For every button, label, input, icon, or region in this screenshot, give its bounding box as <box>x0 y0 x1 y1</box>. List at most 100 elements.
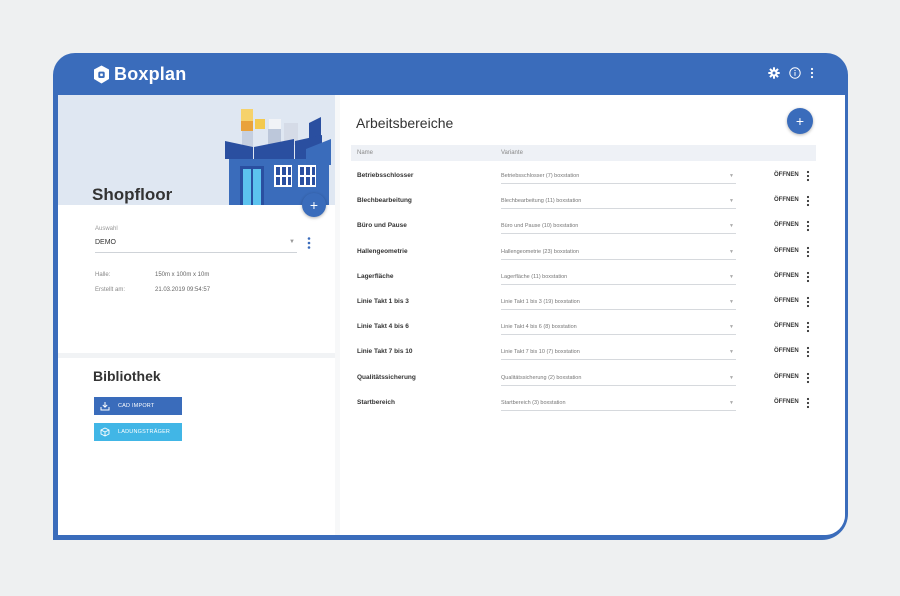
open-button[interactable]: ÖFFNEN <box>774 222 799 228</box>
open-button[interactable]: ÖFFNEN <box>774 248 799 254</box>
table-row: Betriebsschlosser Betriebsschlosser (7) b… <box>351 168 816 192</box>
table-row: Büro und Pause Büro und Pause (10) boxsta… <box>351 218 816 242</box>
row-more-vert-icon[interactable] <box>806 296 810 308</box>
hall-value: 150m x 100m x 10m <box>155 272 210 278</box>
section-divider <box>58 353 335 358</box>
shopfloor-header: Shopfloor <box>58 95 335 205</box>
more-vert-icon[interactable] <box>810 67 814 79</box>
variant-select[interactable]: Lagerfläche (11) boxstation <box>501 274 567 280</box>
workarea-name: Linie Takt 4 bis 6 <box>357 323 409 331</box>
variant-underline <box>501 409 736 411</box>
variant-underline <box>501 233 736 235</box>
dropdown-arrow-icon[interactable]: ▼ <box>729 249 734 255</box>
dropdown-arrow-icon[interactable]: ▼ <box>729 274 734 280</box>
dropdown-arrow-icon[interactable]: ▼ <box>729 349 734 355</box>
workarea-name: Startbereich <box>357 398 395 406</box>
workarea-name: Linie Takt 1 bis 3 <box>357 298 409 305</box>
table-header: Name Variante <box>351 145 816 161</box>
workareas-panel: Arbeitsbereiche + Name Variante Betriebs… <box>340 95 845 535</box>
select-label: Auswahl <box>95 226 118 232</box>
created-label: Erstellt am: <box>95 287 126 293</box>
created-value: 21.03.2019 09:54:57 <box>155 287 211 293</box>
row-more-vert-icon[interactable] <box>806 372 810 384</box>
select-underline <box>95 252 297 253</box>
cad-import-label: CAD IMPORT <box>118 403 155 409</box>
page-title: Arbeitsbereiche <box>356 115 454 131</box>
row-more-vert-icon[interactable] <box>806 321 810 333</box>
table-row: Hallengeometrie Hallengeometrie (23) boxs… <box>351 244 816 268</box>
workarea-name: Blechbearbeitung <box>357 197 412 205</box>
dropdown-arrow-icon[interactable]: ▼ <box>289 239 295 245</box>
row-more-vert-icon[interactable] <box>806 195 810 207</box>
open-button[interactable]: ÖFFNEN <box>774 399 799 405</box>
dropdown-arrow-icon[interactable]: ▼ <box>729 173 734 179</box>
variant-underline <box>501 359 736 361</box>
dropdown-arrow-icon[interactable]: ▼ <box>729 198 734 204</box>
variant-underline <box>501 183 736 184</box>
workarea-name: Betriebsschlosser <box>357 172 414 179</box>
table-row: Startbereich Startbereich (3) boxstation ▼… <box>351 395 816 419</box>
open-button[interactable]: ÖFFNEN <box>774 172 799 178</box>
row-more-vert-icon[interactable] <box>806 397 810 409</box>
dropdown-arrow-icon[interactable]: ▼ <box>729 400 734 406</box>
open-button[interactable]: ÖFFNEN <box>774 348 799 354</box>
row-more-vert-icon[interactable] <box>806 170 810 182</box>
variant-select[interactable]: Hallengeometrie (23) boxstation <box>501 249 579 255</box>
variant-underline <box>501 334 736 336</box>
variant-select[interactable]: Linie Takt 7 bis 10 (7) boxstation <box>501 349 580 355</box>
library-title: Bibliothek <box>93 368 161 384</box>
boxplan-logo-icon <box>94 65 109 84</box>
variant-underline <box>501 283 736 285</box>
variant-underline <box>501 208 736 210</box>
add-workarea-button[interactable]: + <box>787 108 813 134</box>
variant-underline <box>501 258 736 260</box>
variant-select[interactable]: Startbereich (3) boxstation <box>501 400 566 406</box>
workarea-name: Linie Takt 7 bis 10 <box>357 348 413 356</box>
open-button[interactable]: ÖFFNEN <box>774 374 799 380</box>
variant-underline <box>501 384 736 386</box>
table-row: Linie Takt 7 bis 10 Linie Takt 7 bis 10 (… <box>351 344 816 368</box>
column-header-name: Name <box>357 150 374 156</box>
dropdown-arrow-icon[interactable]: ▼ <box>729 375 734 381</box>
workarea-name: Büro und Pause <box>357 222 407 230</box>
dropdown-arrow-icon[interactable]: ▼ <box>729 324 734 330</box>
ladungstraeger-button[interactable]: LADUNGSTRÄGER <box>94 423 182 441</box>
cad-import-button[interactable]: CAD IMPORT <box>94 397 182 415</box>
add-shopfloor-button[interactable]: + <box>302 193 326 217</box>
variant-select[interactable]: Linie Takt 1 bis 3 (19) boxstation <box>501 299 580 305</box>
workarea-name: Hallengeometrie <box>357 247 408 255</box>
box-icon <box>100 427 110 437</box>
gear-icon[interactable] <box>768 67 780 79</box>
app-bar: Boxplan <box>53 53 848 95</box>
row-more-vert-icon[interactable] <box>806 271 810 283</box>
variant-underline <box>501 309 736 310</box>
row-more-vert-icon[interactable] <box>806 346 810 358</box>
variant-select[interactable]: Büro und Pause (10) boxstation <box>501 223 578 229</box>
info-icon[interactable] <box>789 67 801 79</box>
variant-select[interactable]: Linie Takt 4 bis 6 (8) boxstation <box>501 324 577 330</box>
dropdown-arrow-icon[interactable]: ▼ <box>729 299 734 305</box>
variant-select[interactable]: Qualitätssicherung (2) boxstation <box>501 375 581 381</box>
row-more-vert-icon[interactable] <box>806 220 810 232</box>
column-header-variant: Variante <box>501 150 523 156</box>
variant-select[interactable]: Blechbearbeitung (11) boxstation <box>501 198 581 204</box>
ladungstraeger-label: LADUNGSTRÄGER <box>118 429 171 435</box>
shopfloor-title: Shopfloor <box>92 185 173 204</box>
table-row: Linie Takt 4 bis 6 Linie Takt 4 bis 6 (8)… <box>351 319 816 343</box>
open-button[interactable]: ÖFFNEN <box>774 323 799 329</box>
table-row: Blechbearbeitung Blechbearbeitung (11) bo… <box>351 193 816 217</box>
logo: Boxplan <box>93 64 186 85</box>
variant-select[interactable]: Betriebsschlosser (7) boxstation <box>501 173 579 179</box>
workarea-name: Qualitätssicherung <box>357 373 416 381</box>
open-button[interactable]: ÖFFNEN <box>774 298 799 304</box>
shopfloor-select[interactable]: DEMO <box>95 239 116 246</box>
shopfloor-more-vert-icon[interactable] <box>307 236 311 250</box>
shopfloor-panel: Shopfloor + Auswahl DEMO ▼ Halle: 150m x… <box>58 95 335 535</box>
dropdown-arrow-icon[interactable]: ▼ <box>729 223 734 229</box>
row-more-vert-icon[interactable] <box>806 246 810 258</box>
workarea-name: Lagerfläche <box>357 272 394 280</box>
open-button[interactable]: ÖFFNEN <box>774 197 799 203</box>
table-row: Qualitätssicherung Qualitätssicherung (2)… <box>351 370 816 394</box>
open-button[interactable]: ÖFFNEN <box>774 273 799 279</box>
app-name: Boxplan <box>114 64 187 84</box>
